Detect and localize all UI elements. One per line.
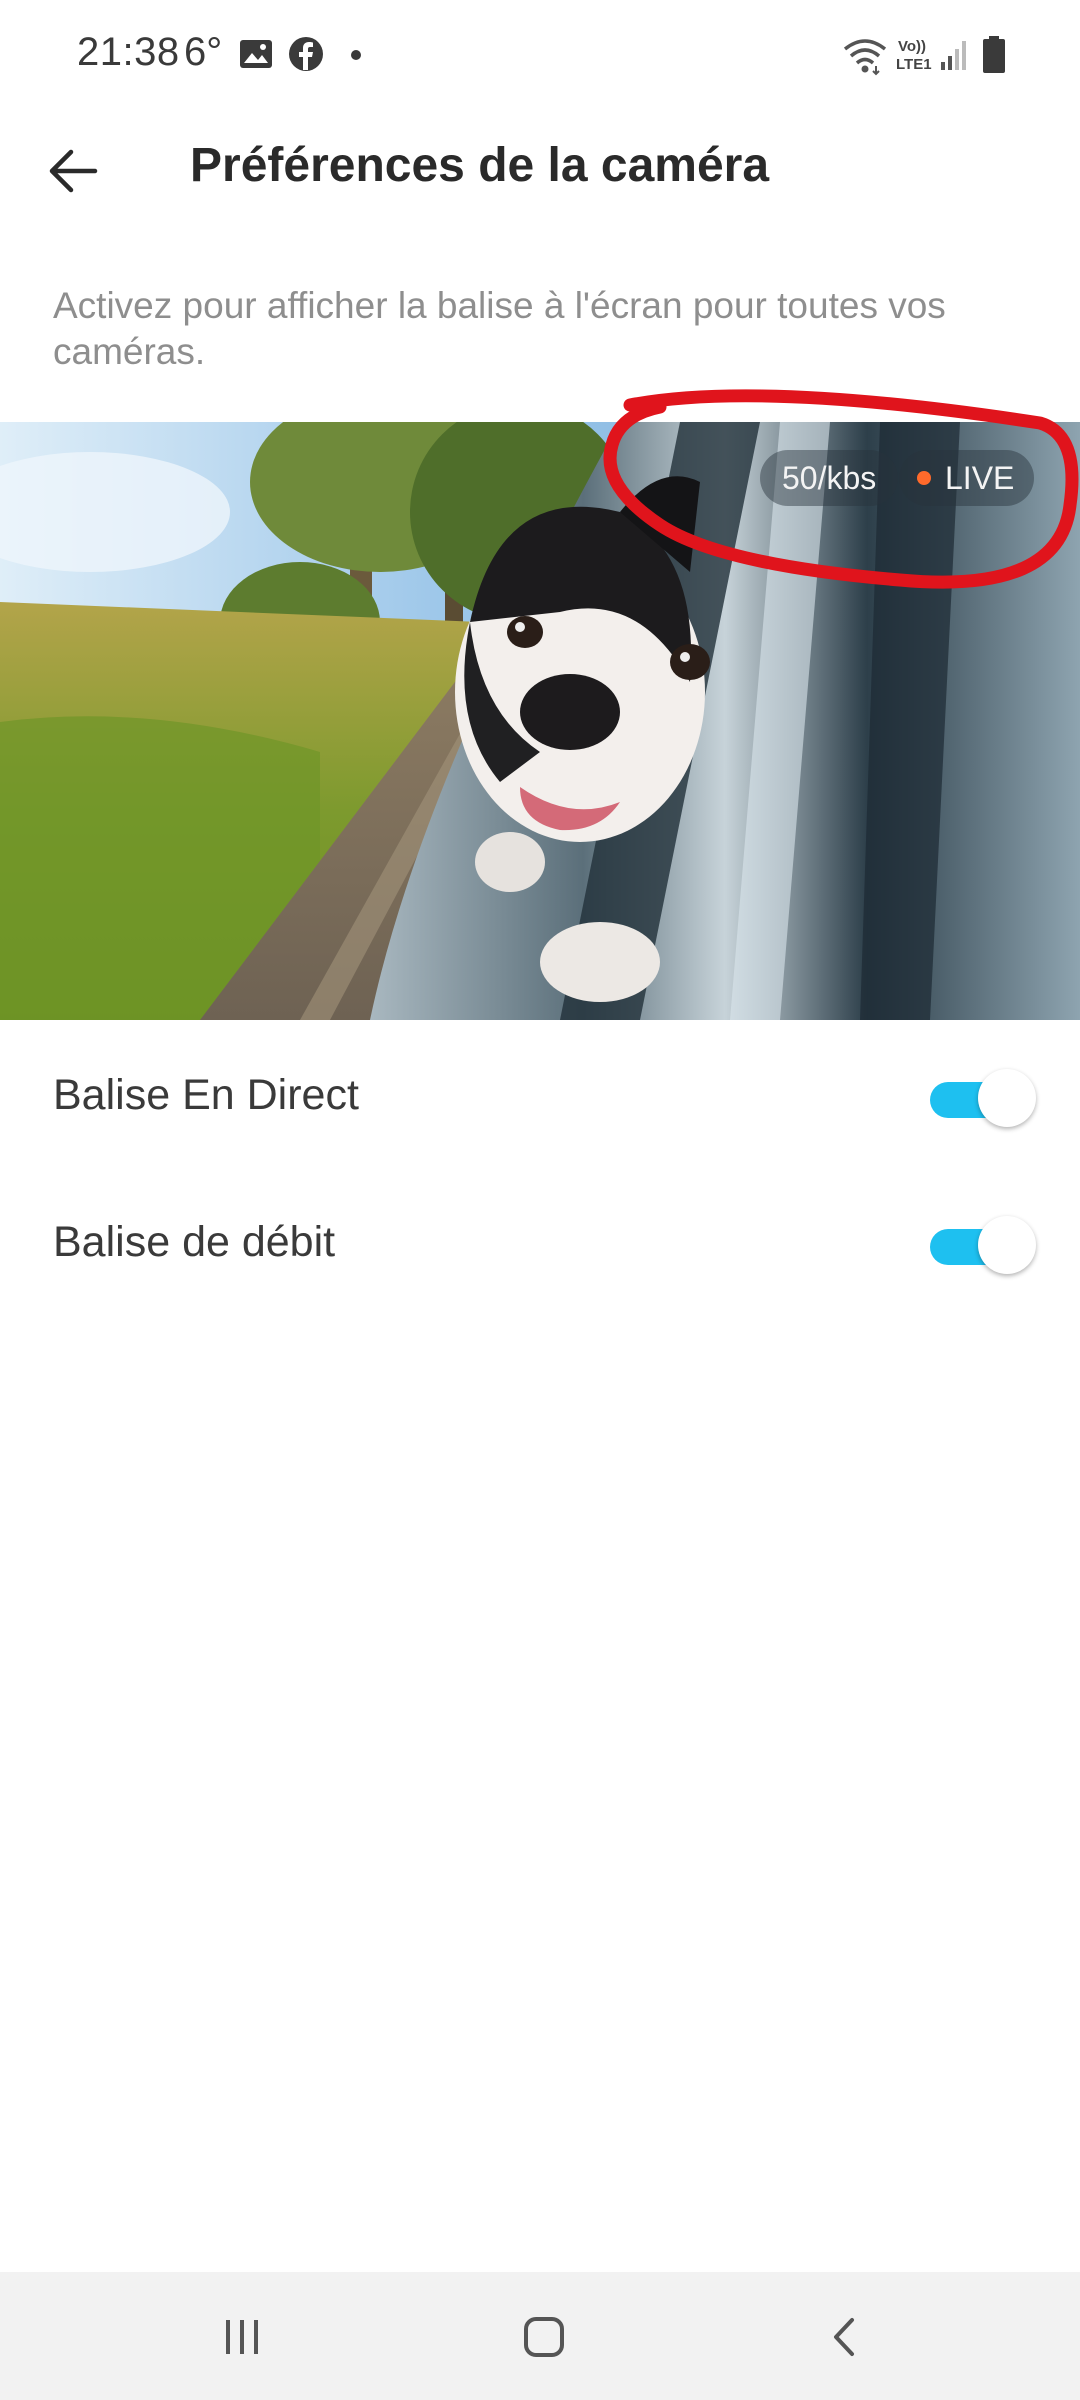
- red-annotation-circle: [603, 389, 1079, 589]
- setting-row-bitrate-tag: Balise de débit: [0, 1180, 1080, 1310]
- app-bar: Préférences de la caméra: [0, 110, 1080, 225]
- home-icon: [524, 2317, 564, 2357]
- signal-icon: [940, 36, 970, 77]
- system-nav-bar: [0, 2272, 1080, 2400]
- status-time: 21:38: [77, 30, 180, 74]
- dot-icon: [350, 48, 362, 66]
- gallery-icon: [238, 36, 274, 77]
- recent-apps-icon: [226, 2320, 258, 2354]
- live-tag-toggle[interactable]: [928, 1069, 1036, 1127]
- page-title: Préférences de la caméra: [190, 139, 770, 192]
- wifi-icon: [842, 36, 888, 81]
- nav-back-button[interactable]: [786, 2292, 906, 2382]
- status-temperature: 6°: [184, 30, 223, 74]
- bitrate-tag-toggle[interactable]: [928, 1216, 1036, 1274]
- live-tag-toggle-thumb: [978, 1069, 1036, 1127]
- setting-label-live-tag: Balise En Direct: [53, 1071, 359, 1119]
- volte-text-bottom: LTE1: [896, 56, 932, 73]
- setting-row-live-tag: Balise En Direct: [0, 1033, 1080, 1163]
- volte-text-top: Vo)): [898, 38, 926, 55]
- back-button[interactable]: [30, 128, 116, 214]
- volte-icon: Vo)) LTE1: [896, 36, 938, 79]
- recent-apps-button[interactable]: [182, 2292, 302, 2382]
- setting-label-bitrate-tag: Balise de débit: [53, 1218, 336, 1266]
- facebook-icon: [288, 36, 324, 77]
- screen: 21:38 6° Vo)) LTE1 Préférences de la cam…: [0, 0, 1080, 2400]
- status-bar: 21:38 6° Vo)) LTE1: [0, 0, 1080, 110]
- arrow-left-icon: [49, 149, 98, 193]
- description-text: Activez pour afficher la balise à l'écra…: [53, 285, 946, 372]
- back-icon: [834, 2318, 854, 2356]
- home-button[interactable]: [484, 2292, 604, 2382]
- bitrate-tag-toggle-thumb: [978, 1216, 1036, 1274]
- battery-icon: [982, 36, 1006, 79]
